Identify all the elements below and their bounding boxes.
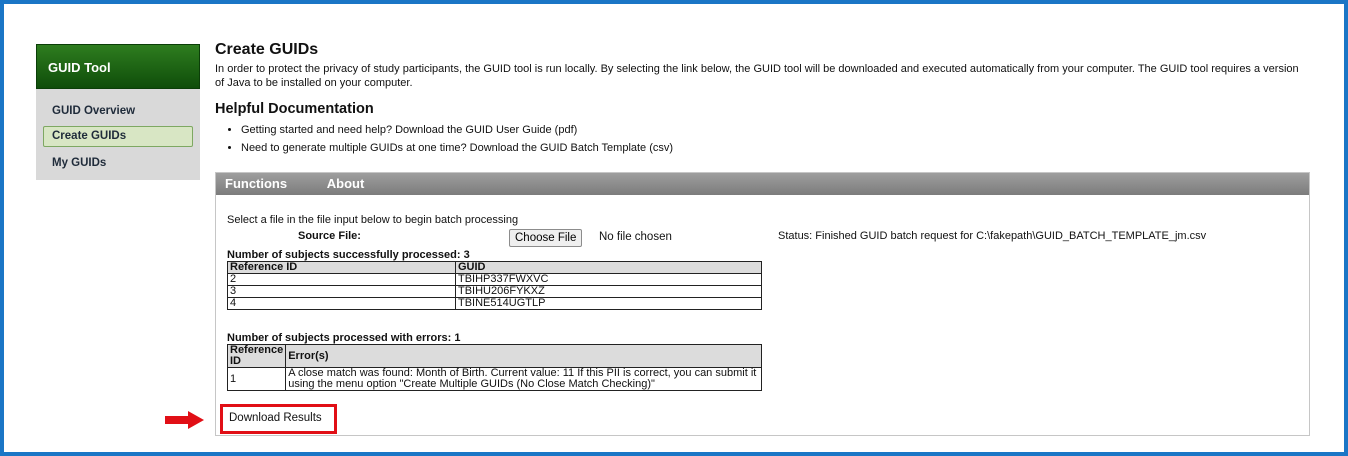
tab-bar: Functions About	[216, 173, 1309, 195]
error-count-title: Number of subjects processed with errors…	[227, 332, 461, 344]
download-results-link[interactable]: Download Results	[220, 404, 337, 434]
sidebar-item-guid-overview[interactable]: GUID Overview	[36, 101, 200, 121]
documentation-list: Getting started and need help? Download …	[215, 121, 1313, 157]
source-file-label: Source File:	[298, 230, 361, 242]
sidebar-title: GUID Tool	[36, 44, 200, 89]
success-count-title: Number of subjects successfully processe…	[227, 249, 470, 261]
sidebar: GUID Tool GUID Overview Create GUIDs My …	[36, 44, 200, 180]
table-header-row: Reference ID Error(s)	[226, 344, 762, 368]
reference-id-cell: 4	[227, 297, 456, 310]
table-row: 2 TBIHP337FWXVC	[227, 273, 762, 286]
red-arrow-icon	[165, 411, 205, 429]
error-message-cell: A close match was found: Month of Birth.…	[285, 367, 762, 391]
user-guide-link[interactable]: Getting started and need help? Download …	[241, 121, 1313, 139]
source-file-row: Source File: Choose File No file chosen	[227, 229, 767, 247]
batch-instructions: Select a file in the file input below to…	[227, 214, 519, 226]
guid-cell: TBIHP337FWXVC	[455, 273, 762, 286]
column-header-reference-id: Reference ID	[227, 261, 456, 274]
status-text: Status: Finished GUID batch request for …	[778, 230, 1207, 242]
table-header-row: Reference ID GUID	[227, 261, 762, 274]
table-row: 3 TBIHU206FYKXZ	[227, 285, 762, 298]
main-content: Create GUIDs In order to protect the pri…	[215, 40, 1313, 157]
guid-cell: TBINE514UGTLP	[455, 297, 762, 310]
table-row: 4 TBINE514UGTLP	[227, 297, 762, 310]
sidebar-item-create-guids[interactable]: Create GUIDs	[43, 126, 193, 147]
page-title: Create GUIDs	[215, 41, 319, 58]
reference-id-cell: 1	[226, 367, 287, 391]
column-header-guid: GUID	[455, 261, 762, 274]
guid-cell: TBIHU206FYKXZ	[455, 285, 762, 298]
column-header-errors: Error(s)	[285, 344, 762, 368]
tab-functions[interactable]: Functions	[216, 173, 287, 195]
functions-panel: Functions About Select a file in the fil…	[215, 172, 1310, 436]
choose-file-button[interactable]: Choose File	[509, 229, 583, 247]
reference-id-cell: 3	[227, 285, 456, 298]
success-table: Reference ID GUID 2 TBIHP337FWXVC 3 TBIH…	[227, 261, 762, 310]
error-table: Reference ID Error(s) 1 A close match wa…	[226, 344, 762, 391]
batch-template-link[interactable]: Need to generate multiple GUIDs at one t…	[241, 139, 1313, 157]
table-row: 1 A close match was found: Month of Birt…	[226, 367, 762, 391]
sidebar-item-my-guids[interactable]: My GUIDs	[36, 153, 200, 173]
column-header-reference-id: Reference ID	[226, 344, 287, 368]
no-file-text: No file chosen	[599, 231, 672, 243]
tab-about[interactable]: About	[291, 173, 365, 195]
documentation-heading: Helpful Documentation	[215, 101, 374, 117]
reference-id-cell: 2	[227, 273, 456, 286]
intro-text: In order to protect the privacy of study…	[215, 63, 1299, 89]
